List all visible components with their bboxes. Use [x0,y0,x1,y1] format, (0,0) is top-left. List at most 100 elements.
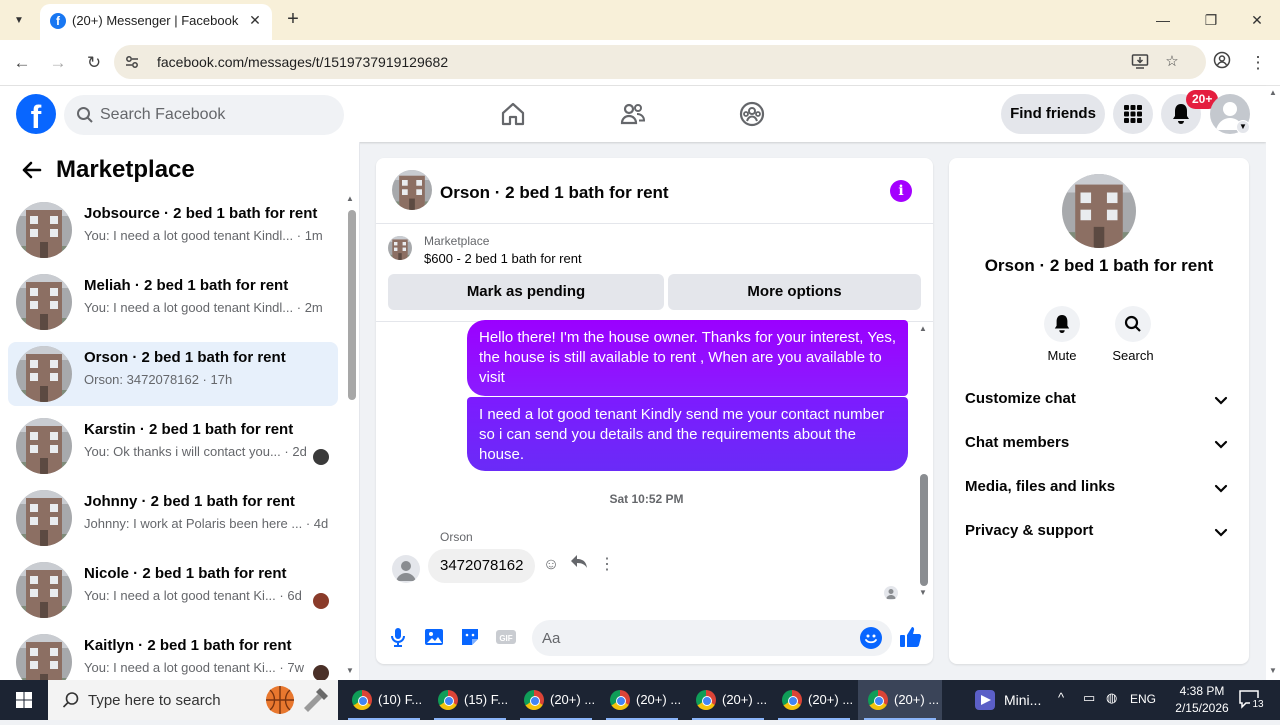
search-icon [77,107,93,123]
browser-tab-strip: ▼ f (20+) Messenger | Facebook ✕ + — ❐ ✕ [0,0,1280,40]
row-label: Media, files and links [965,478,1116,495]
conversation-item[interactable]: Orson · 2 bed 1 bath for rent Orson: 3472… [8,342,338,406]
facebook-search[interactable] [64,95,344,135]
browser-menu-icon[interactable]: ⋮ [1246,51,1270,75]
reload-icon[interactable]: ↻ [82,51,106,75]
media-files-links-row[interactable]: Media, files and links [957,468,1241,508]
window-close-icon[interactable]: ✕ [1242,6,1272,34]
preview-text: Orson: 3472078162 [84,372,199,387]
scroll-up-icon[interactable]: ▲ [1269,88,1277,97]
friends-icon[interactable] [619,100,647,128]
find-friends-button[interactable]: Find friends [1001,94,1105,134]
windows-start-icon[interactable] [0,680,48,720]
groups-icon[interactable] [738,100,766,128]
restore-icon[interactable]: ❐ [1196,6,1226,34]
tab-close-icon[interactable]: ✕ [245,10,265,30]
listing-thumbnail [16,346,72,402]
clock-date[interactable]: 2/15/2026 [1170,701,1234,715]
new-tab-plus-icon[interactable]: + [282,8,304,30]
sticker-icon[interactable] [459,626,481,648]
account-chevron-icon[interactable]: ▼ [1236,120,1250,134]
browser-tab-active[interactable]: f (20+) Messenger | Facebook ✕ [40,4,272,40]
sender-avatar[interactable] [392,555,420,583]
photo-icon[interactable] [423,626,445,648]
meeting-app-icon[interactable] [975,690,995,710]
site-info-icon[interactable] [124,54,140,73]
battery-icon[interactable]: ▭ [1083,690,1095,706]
chevron-up-icon[interactable]: ^ [1058,690,1064,705]
chat-members-row[interactable]: Chat members [957,424,1241,464]
info-icon[interactable]: i [890,180,912,202]
conversation-item[interactable]: Kaitlyn · 2 bed 1 bath for rent You: I ne… [8,630,338,680]
taskbar-search[interactable]: Type here to search [48,680,338,720]
sidebar-scrollbar[interactable]: ▲ ▼ [344,192,358,680]
bookmark-star-icon[interactable]: ☆ [1162,52,1182,72]
listing-image[interactable] [1062,174,1136,248]
taskbar-app-label: (20+) ... [808,692,854,707]
listing-thumbnail [16,562,72,618]
network-icon[interactable]: ◍ [1106,690,1117,706]
react-smiley-icon[interactable]: ☺ [540,554,562,576]
taskbar-chrome-window[interactable]: (20+) ... [514,680,598,720]
language-indicator[interactable]: ENG [1130,692,1156,706]
conversation-item[interactable]: Karstin · 2 bed 1 bath for rent You: Ok t… [8,414,338,478]
more-actions-icon[interactable]: ⋮ [596,554,618,576]
sidebar-scroll-thumb[interactable] [348,210,356,400]
thumbs-up-icon[interactable] [898,624,924,650]
back-arrow-icon[interactable] [18,158,46,186]
scroll-up-icon[interactable]: ▲ [346,194,354,203]
mute-button[interactable]: Mute [1032,306,1092,363]
search-input[interactable] [100,95,330,135]
install-app-icon[interactable] [1130,52,1150,72]
listing-price[interactable]: $600 - 2 bed 1 bath for rent [424,251,582,266]
gif-icon[interactable]: GIF [495,626,517,648]
search-conversation-button[interactable]: Search [1103,306,1163,363]
minimize-icon[interactable]: — [1148,6,1178,34]
clock-time[interactable]: 4:38 PM [1170,684,1234,698]
chat-title[interactable]: Orson · 2 bed 1 bath for rent [440,183,669,203]
taskbar-app-label[interactable]: Mini... [1004,692,1041,708]
svg-text:GIF: GIF [499,634,512,643]
reply-icon[interactable] [568,554,590,576]
taskbar-chrome-window[interactable]: (20+) ... [858,680,942,720]
scroll-up-icon[interactable]: ▲ [919,324,927,333]
outgoing-message[interactable]: Hello there! I'm the house owner. Thanks… [467,320,908,396]
emoji-icon[interactable] [860,627,882,649]
incoming-message[interactable]: 3472078162 [428,549,536,583]
page-scrollbar[interactable]: ▲ ▼ [1266,86,1280,680]
listing-thumbnail [16,274,72,330]
chat-scrollbar[interactable]: ▲ ▼ [917,324,931,600]
forward-arrow-icon[interactable]: → [46,51,70,75]
scroll-down-icon[interactable]: ▼ [1269,666,1277,675]
conversation-item[interactable]: Johnny · 2 bed 1 bath for rent Johnny: I … [8,486,338,550]
microphone-icon[interactable] [387,626,409,648]
conversation-item[interactable]: Nicole · 2 bed 1 bath for rent You: I nee… [8,558,338,622]
menu-grid-button[interactable] [1113,94,1153,134]
conversation-item[interactable]: Jobsource · 2 bed 1 bath for rent You: I … [8,198,338,262]
address-bar[interactable]: facebook.com/messages/t/1519737919129682… [114,45,1206,79]
home-icon[interactable] [499,100,527,128]
message-input[interactable] [542,620,842,656]
privacy-support-row[interactable]: Privacy & support [957,512,1241,552]
more-options-button[interactable]: More options [668,274,921,310]
customize-chat-row[interactable]: Customize chat [957,380,1241,420]
listing-thumbnail-small[interactable] [388,236,412,260]
composer-field[interactable] [532,620,892,656]
listing-thumbnail[interactable] [392,170,432,210]
tab-search-chevron-icon[interactable]: ▼ [6,8,32,32]
chat-scroll-thumb[interactable] [920,474,928,586]
facebook-logo-icon[interactable]: f [16,94,56,134]
profile-icon[interactable] [1210,51,1234,75]
participant-avatar [313,665,329,680]
scroll-down-icon[interactable]: ▼ [919,588,927,597]
taskbar-chrome-window[interactable]: (20+) ... [686,680,770,720]
conversation-item[interactable]: Meliah · 2 bed 1 bath for rent You: I nee… [8,270,338,334]
taskbar-chrome-window[interactable]: (20+) ... [772,680,856,720]
taskbar-chrome-window[interactable]: (15) F... [428,680,512,720]
mark-as-pending-button[interactable]: Mark as pending [388,274,664,310]
outgoing-message[interactable]: I need a lot good tenant Kindly send me … [467,397,908,471]
back-arrow-icon[interactable]: ← [10,51,34,75]
taskbar-chrome-window[interactable]: (10) F... [342,680,426,720]
taskbar-chrome-window[interactable]: (20+) ... [600,680,684,720]
scroll-down-icon[interactable]: ▼ [346,666,354,675]
